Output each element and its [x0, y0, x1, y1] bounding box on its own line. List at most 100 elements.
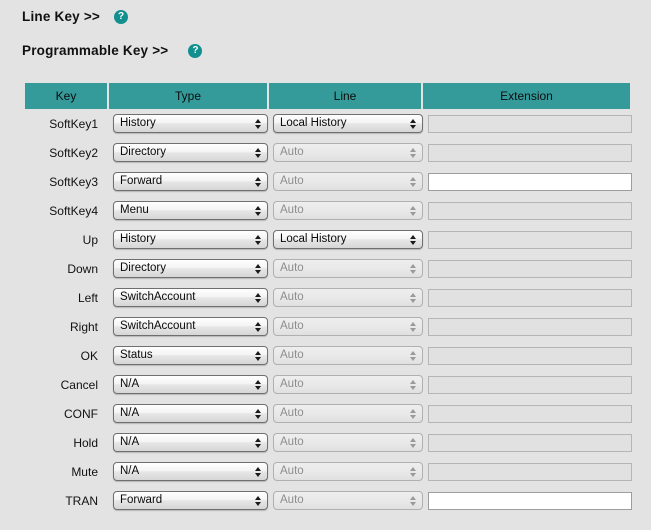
type-select[interactable]: SwitchAccount	[113, 317, 268, 336]
extension-cell	[423, 428, 632, 457]
table-row: OK Status Auto	[25, 341, 632, 370]
extension-cell	[423, 109, 632, 138]
type-select[interactable]: N/A	[113, 433, 268, 452]
table-row: SoftKey3 Forward Auto	[25, 167, 632, 196]
stepper-arrows-icon	[407, 492, 419, 509]
programmable-key-table: Key Type Line Extension SoftKey1 History L…	[23, 83, 632, 515]
help-question-icon[interactable]: ?	[188, 43, 203, 58]
type-cell: SwitchAccount	[109, 312, 268, 341]
line-select-value: Auto	[280, 378, 304, 390]
extension-input[interactable]	[428, 491, 632, 510]
line-select[interactable]: Local History	[273, 230, 423, 249]
table-row: SoftKey4 Menu Auto	[25, 196, 632, 225]
extension-input	[428, 114, 632, 133]
table-row: Right SwitchAccount Auto	[25, 312, 632, 341]
line-select-value: Auto	[280, 436, 304, 448]
extension-cell	[423, 138, 632, 167]
type-select[interactable]: History	[113, 230, 268, 249]
line-select[interactable]: Local History	[273, 114, 423, 133]
type-select[interactable]: N/A	[113, 462, 268, 481]
extension-input[interactable]	[428, 172, 632, 191]
line-cell: Auto	[269, 138, 423, 167]
extension-cell	[423, 457, 632, 486]
type-select[interactable]: Menu	[113, 201, 268, 220]
type-select-value: Menu	[120, 204, 149, 216]
type-cell: Forward	[109, 167, 268, 196]
line-select: Auto	[273, 346, 423, 365]
stepper-arrows-icon	[407, 115, 419, 132]
type-select-value: SwitchAccount	[120, 320, 196, 332]
key-label: CONF	[64, 406, 98, 421]
extension-cell	[423, 196, 632, 225]
type-select[interactable]: History	[113, 114, 268, 133]
extension-input	[428, 317, 632, 336]
line-select: Auto	[273, 375, 423, 394]
type-select[interactable]: N/A	[113, 375, 268, 394]
table-row: Down Directory Auto	[25, 254, 632, 283]
line-cell: Auto	[269, 341, 423, 370]
type-select-value: Directory	[120, 262, 167, 274]
help-question-icon[interactable]: ?	[114, 9, 128, 24]
table-row: Cancel N/A Auto	[25, 370, 632, 399]
stepper-arrows-icon	[407, 463, 419, 480]
stepper-arrows-icon	[407, 202, 419, 219]
extension-cell	[423, 486, 632, 515]
table-row: TRAN Forward Auto	[25, 486, 632, 515]
type-select-value: Forward	[120, 494, 163, 506]
stepper-arrows-icon	[407, 289, 419, 306]
type-select-value: Forward	[120, 175, 163, 187]
type-select[interactable]: Directory	[113, 143, 268, 162]
key-label: Hold	[73, 435, 98, 450]
stepper-arrows-icon	[252, 260, 264, 277]
type-select[interactable]: Forward	[113, 491, 268, 510]
line-select-value: Local History	[280, 117, 347, 129]
stepper-arrows-icon	[407, 231, 419, 248]
table-body: SoftKey1 History Local History SoftKey2 Dire…	[25, 109, 632, 515]
key-label: SoftKey4	[49, 203, 98, 218]
key-label: Right	[69, 319, 98, 334]
type-cell: Directory	[109, 254, 268, 283]
table-row: Hold N/A Auto	[25, 428, 632, 457]
type-select[interactable]: Status	[113, 346, 268, 365]
type-cell: Status	[109, 341, 268, 370]
stepper-arrows-icon	[252, 173, 264, 190]
type-select[interactable]: Forward	[113, 172, 268, 191]
programmable-key-page: Line Key >> ? Programmable Key >> ? Key …	[0, 0, 651, 530]
stepper-arrows-icon	[252, 289, 264, 306]
type-select-value: N/A	[120, 378, 140, 390]
line-select-value: Auto	[280, 204, 304, 216]
table-row: Mute N/A Auto	[25, 457, 632, 486]
line-select-value: Auto	[280, 320, 304, 332]
type-select[interactable]: Directory	[113, 259, 268, 278]
key-label: SoftKey1	[49, 116, 98, 131]
line-select: Auto	[273, 491, 423, 510]
type-select[interactable]: SwitchAccount	[113, 288, 268, 307]
line-cell: Auto	[269, 399, 423, 428]
stepper-arrows-icon	[252, 376, 264, 393]
column-header-key: Key	[25, 83, 107, 109]
line-select-value: Local History	[280, 233, 347, 245]
line-cell: Auto	[269, 283, 423, 312]
key-label: Down	[67, 261, 98, 276]
line-cell: Auto	[269, 486, 423, 515]
line-select-value: Auto	[280, 262, 304, 274]
extension-input	[428, 433, 632, 452]
line-select-value: Auto	[280, 291, 304, 303]
line-key-section-header: Line Key >> ?	[22, 9, 128, 24]
type-select-value: N/A	[120, 465, 140, 477]
extension-input	[428, 288, 632, 307]
type-select[interactable]: N/A	[113, 404, 268, 423]
line-select: Auto	[273, 404, 423, 423]
stepper-arrows-icon	[252, 318, 264, 335]
stepper-arrows-icon	[407, 318, 419, 335]
key-label: Left	[77, 290, 98, 305]
type-cell: History	[109, 225, 268, 254]
stepper-arrows-icon	[407, 347, 419, 364]
type-cell: Directory	[109, 138, 268, 167]
line-select: Auto	[273, 201, 423, 220]
extension-cell	[423, 399, 632, 428]
key-label: SoftKey3	[49, 174, 98, 189]
line-key-label: Line Key >>	[22, 9, 100, 24]
stepper-arrows-icon	[407, 260, 419, 277]
key-label: TRAN	[65, 493, 98, 508]
